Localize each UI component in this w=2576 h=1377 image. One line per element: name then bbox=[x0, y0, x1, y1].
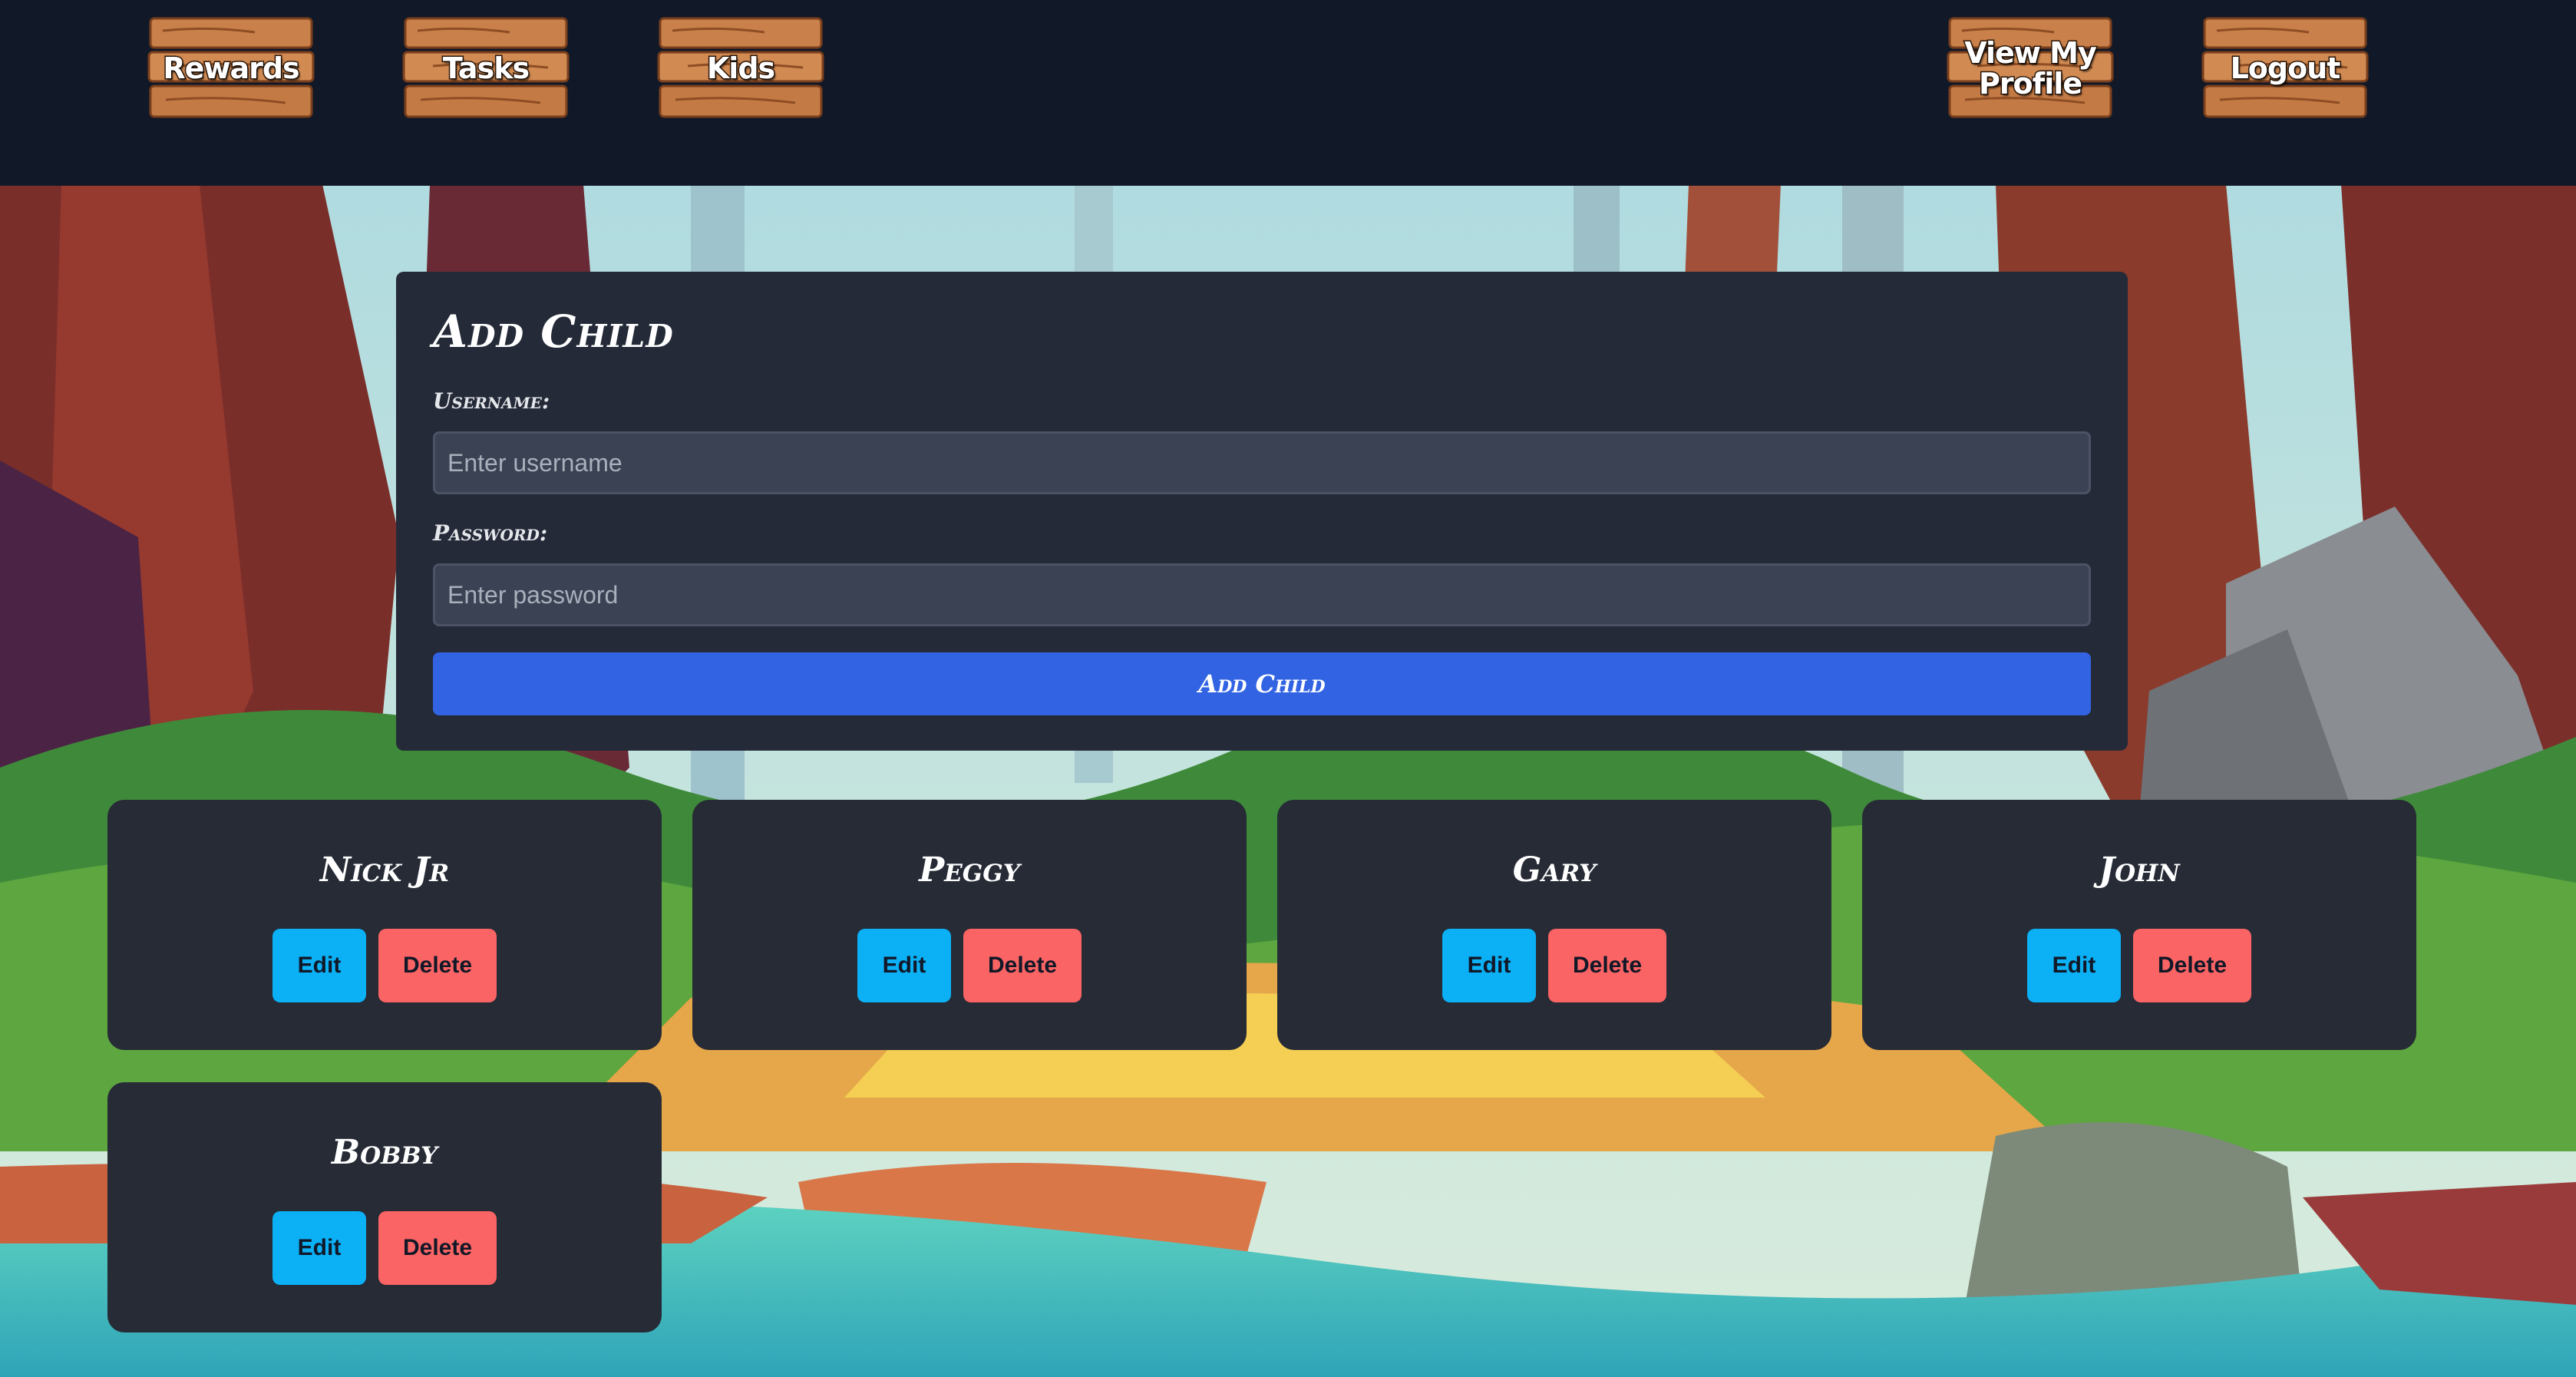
nav-rewards-button[interactable]: Rewards bbox=[147, 14, 315, 123]
kid-actions: Edit Delete bbox=[692, 929, 1247, 1002]
nav-item-label: View My Profile bbox=[1963, 36, 2098, 101]
kid-actions: Edit Delete bbox=[1277, 929, 1831, 1002]
kid-name: Nick Jr bbox=[319, 850, 450, 890]
edit-kid-button[interactable]: Edit bbox=[1442, 929, 1536, 1002]
add-child-title: Add Child bbox=[433, 305, 674, 358]
delete-kid-button[interactable]: Delete bbox=[2133, 929, 2251, 1002]
kid-actions: Edit Delete bbox=[1862, 929, 2416, 1002]
kid-card: Bobby Edit Delete bbox=[107, 1082, 662, 1332]
kid-name: John bbox=[2099, 850, 2180, 890]
add-child-panel: Add Child Username: Password: Add Child bbox=[396, 272, 2128, 751]
nav-tasks-button[interactable]: Tasks bbox=[402, 14, 570, 123]
kid-actions: Edit Delete bbox=[107, 929, 662, 1002]
kid-card: John Edit Delete bbox=[1862, 800, 2416, 1050]
delete-kid-button[interactable]: Delete bbox=[378, 1211, 497, 1285]
username-input[interactable] bbox=[433, 431, 2091, 494]
kid-actions: Edit Delete bbox=[107, 1211, 662, 1285]
kid-name: Bobby bbox=[331, 1133, 438, 1172]
password-label: Password: bbox=[433, 520, 548, 546]
password-input[interactable] bbox=[433, 563, 2091, 626]
kid-name: Gary bbox=[1512, 850, 1597, 890]
nav-logout-button[interactable]: Logout bbox=[2201, 14, 2369, 123]
nav-item-label: Kids bbox=[705, 51, 776, 85]
delete-kid-button[interactable]: Delete bbox=[963, 929, 1082, 1002]
nav-view-my-profile-button[interactable]: View My Profile bbox=[1947, 14, 2114, 123]
kid-card: Gary Edit Delete bbox=[1277, 800, 1831, 1050]
nav-kids-button[interactable]: Kids bbox=[657, 14, 824, 123]
nav-item-label: Logout bbox=[2229, 51, 2342, 85]
kid-card: Nick Jr Edit Delete bbox=[107, 800, 662, 1050]
add-child-submit-button[interactable]: Add Child bbox=[433, 652, 2091, 715]
delete-kid-button[interactable]: Delete bbox=[1548, 929, 1666, 1002]
nav-item-label: Tasks bbox=[441, 51, 530, 85]
top-navigation-bar: Rewards Tasks Kids View My Profile Logou… bbox=[0, 0, 2576, 186]
kid-name: Peggy bbox=[919, 850, 1020, 890]
kid-card: Peggy Edit Delete bbox=[692, 800, 1247, 1050]
edit-kid-button[interactable]: Edit bbox=[857, 929, 951, 1002]
username-label: Username: bbox=[433, 388, 550, 414]
nav-item-label: Rewards bbox=[162, 51, 301, 85]
edit-kid-button[interactable]: Edit bbox=[272, 1211, 366, 1285]
delete-kid-button[interactable]: Delete bbox=[378, 929, 497, 1002]
edit-kid-button[interactable]: Edit bbox=[2027, 929, 2121, 1002]
edit-kid-button[interactable]: Edit bbox=[272, 929, 366, 1002]
